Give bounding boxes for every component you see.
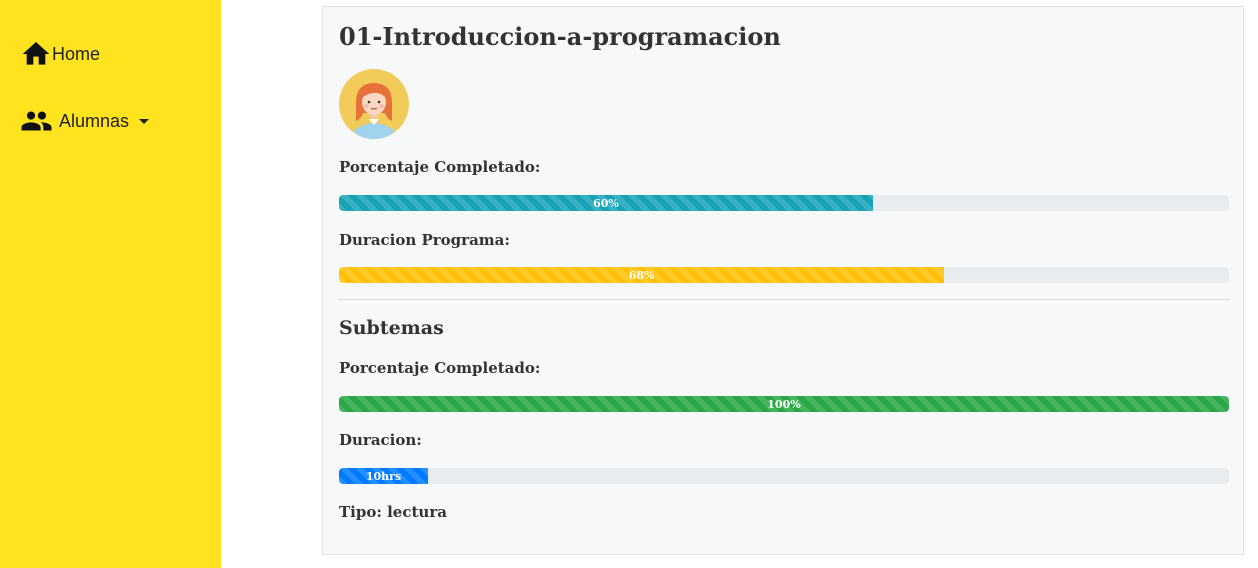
home-icon [20, 38, 52, 70]
page-title: 01-Introduccion-a-programacion [339, 22, 781, 51]
duracion-programa-label: Duracion Programa: [339, 231, 510, 249]
subtemas-porcentaje-label: Porcentaje Completado: [339, 359, 541, 377]
sidebar-item-home[interactable]: Home [20, 38, 100, 70]
progress-bar-fill: 60% [339, 195, 873, 211]
progress-bar-fill: 100% [339, 396, 1229, 412]
sidebar-item-label: Home [52, 43, 101, 64]
sidebar-item-alumnas[interactable]: Alumnas [20, 106, 150, 136]
subtemas-duracion-progress: 10hrs [339, 468, 1229, 484]
duracion-programa-progress: 68% [339, 267, 1229, 283]
sidebar-item-label: Alumnas [59, 110, 130, 131]
porcentaje-progress: 60% [339, 195, 1229, 211]
divider [339, 299, 1229, 300]
porcentaje-label: Porcentaje Completado: [339, 158, 541, 176]
avatar [339, 69, 409, 139]
chevron-down-icon[interactable] [139, 119, 150, 124]
sidebar: Home Alumnas [0, 0, 221, 568]
course-card: 01-Introduccion-a-programacion Porcentaj… [322, 6, 1244, 555]
subtemas-duracion-label: Duracion: [339, 431, 422, 449]
people-icon [20, 106, 53, 136]
subtemas-porcentaje-progress: 100% [339, 396, 1229, 412]
subtemas-title: Subtemas [339, 317, 444, 339]
progress-bar-fill: 10hrs [339, 468, 428, 484]
progress-bar-fill: 68% [339, 267, 945, 283]
tipo-label: Tipo: lectura [339, 503, 447, 521]
